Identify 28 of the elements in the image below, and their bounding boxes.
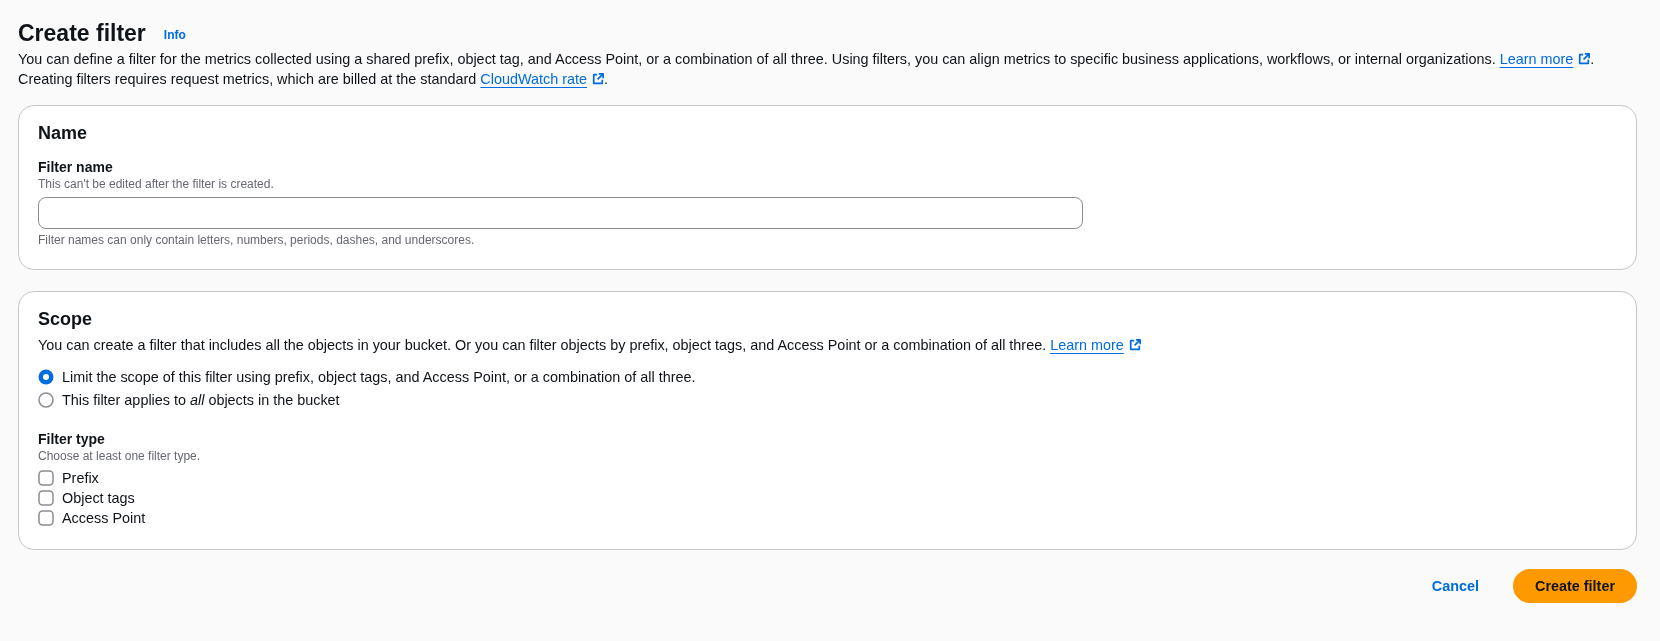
page-title: Create filter [18,19,146,48]
description-text: You can create a filter that includes all the objects in your bucket. Or you can filter objects by prefix, object tags, and Access Point or a combination of all three. Learn more [38,335,1141,355]
checkbox-label[interactable]: Prefix [62,468,99,488]
checkbox[interactable] [38,470,54,486]
section-heading: Scope [38,308,93,330]
checkbox-label[interactable]: Object tags [62,488,135,508]
link-button[interactable]: Cancel [1409,569,1501,603]
field-description: Choose at least one filter type. [38,448,201,464]
radio-button[interactable] [38,392,54,408]
field-label: Filter type [38,430,105,448]
info-link[interactable]: Info [163,27,186,43]
radio-label[interactable]: Limit the scope of this filter using prefix, object tags, and Access Point, or a combination of all three. [62,366,696,388]
description-text: Creating filters requires request metrics, which are billed at the standard CloudWatch rate . [18,70,608,89]
radio-button[interactable] [38,369,54,385]
filter-name-input[interactable] [38,197,1083,229]
field-constraint-text: Filter names can only contain letters, numbers, periods, dashes, and underscores. [38,232,475,248]
inline-link[interactable]: CloudWatch rate [480,71,604,87]
field-description: This can't be edited after the filter is created. [38,176,274,192]
checkbox[interactable] [38,490,54,506]
radio-label[interactable]: This filter applies to all objects in the bucket [62,389,340,411]
inline-link[interactable]: Learn more [1050,337,1141,353]
description-text: You can define a filter for the metrics collected using a shared prefix, object tag, and Access Point, or a combination of all three. Using filters, you can align metrics to specific business applications, workflows, or internal organizations. Learn more . [18,50,1595,69]
primary-button[interactable]: Create filter [1513,569,1637,603]
section-heading: Name [38,122,88,144]
inline-link[interactable]: Learn more [1499,51,1591,67]
checkbox[interactable] [38,510,54,526]
field-label: Filter name [38,158,113,176]
checkbox-label[interactable]: Access Point [62,508,146,528]
